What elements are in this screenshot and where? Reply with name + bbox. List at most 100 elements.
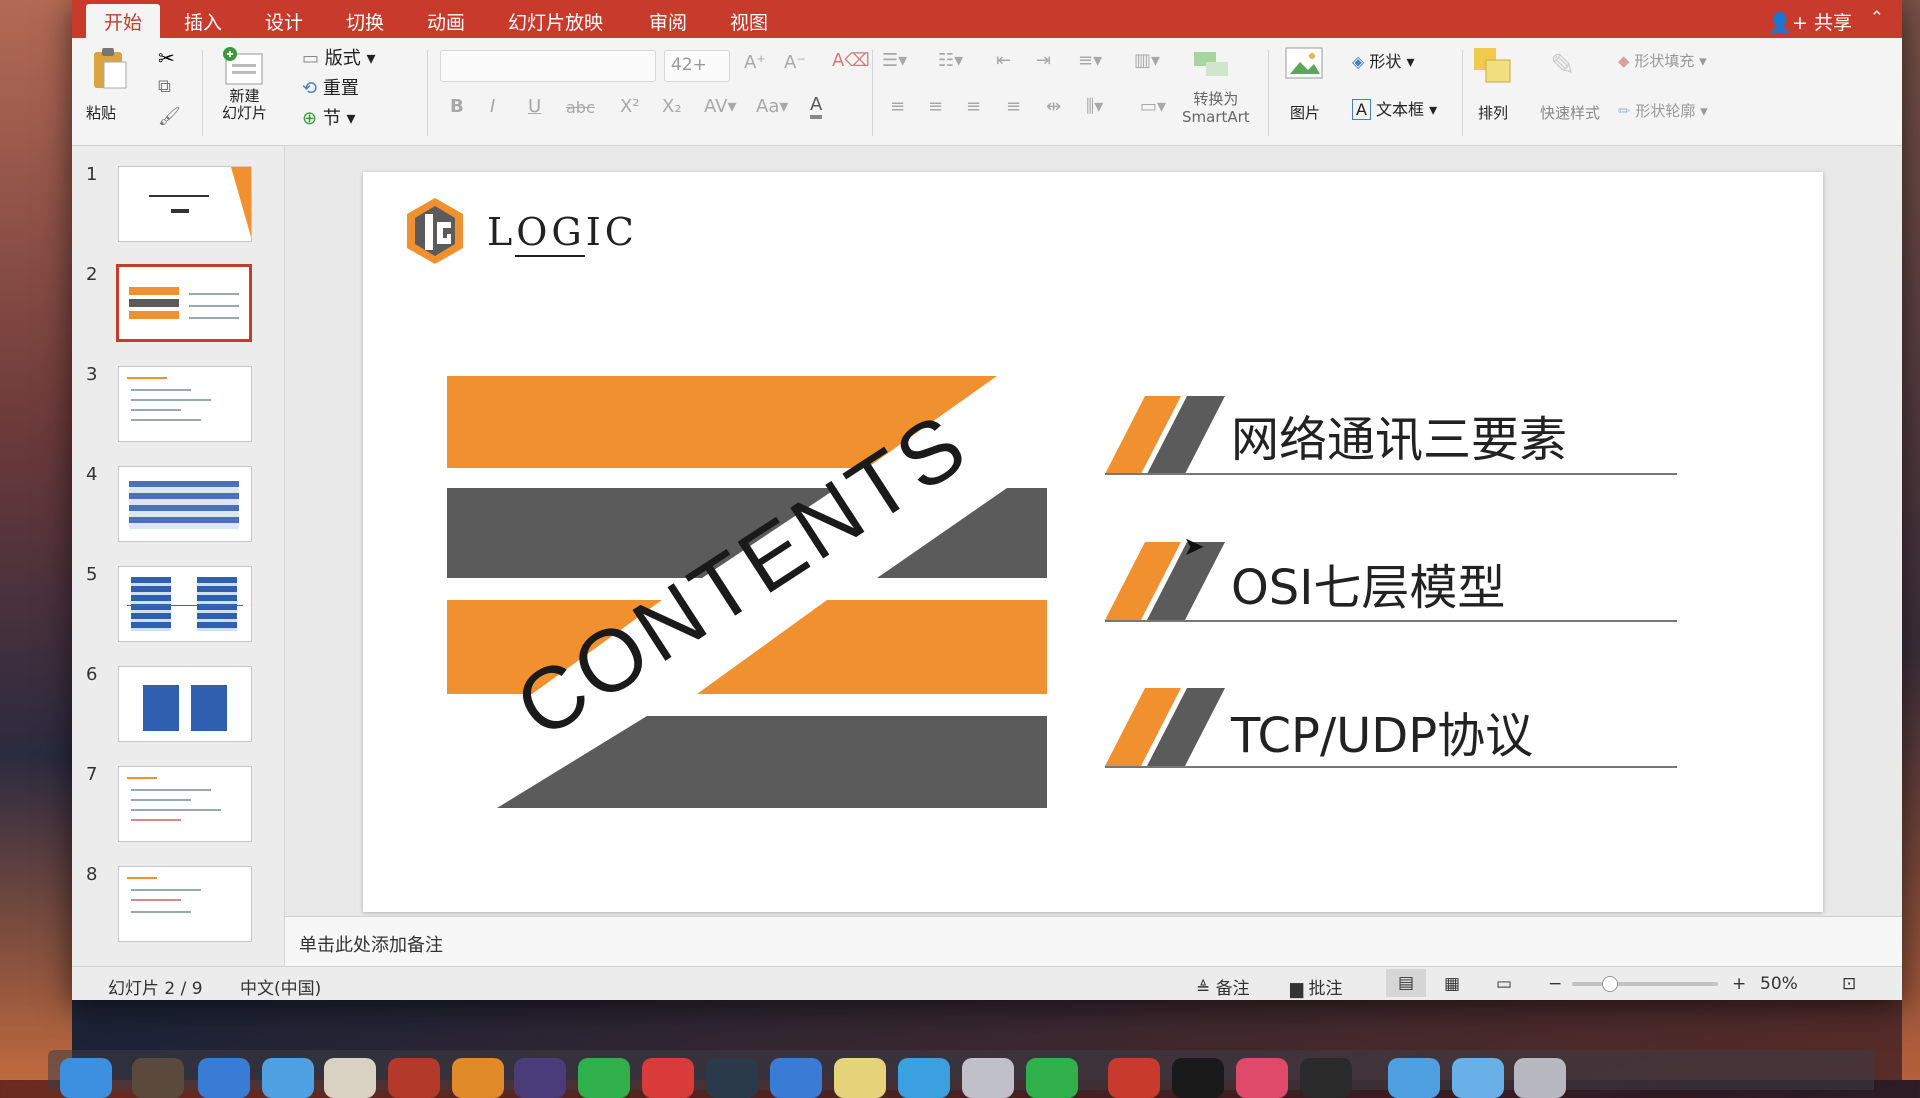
slide-canvas[interactable]: LOGIC CONTENTS 网络通讯三要素 OSI七层模型 TCP/UDP协议… bbox=[363, 172, 1823, 912]
picture-icon[interactable] bbox=[1284, 46, 1326, 86]
zoom-in-icon[interactable]: + bbox=[1732, 974, 1746, 994]
font-color-icon[interactable]: A bbox=[810, 94, 823, 119]
collapse-ribbon-icon[interactable]: ⌃ bbox=[1870, 8, 1884, 28]
zoom-slider-thumb[interactable] bbox=[1602, 976, 1618, 992]
slide-sorter-icon[interactable]: ▦ bbox=[1444, 974, 1460, 994]
shape-button[interactable]: ◈ 形状 ▾ bbox=[1352, 48, 1415, 72]
format-painter-icon[interactable]: 🖌 bbox=[158, 106, 181, 127]
app-icon[interactable] bbox=[834, 1058, 886, 1098]
increase-indent-icon[interactable]: ⇥ bbox=[1036, 50, 1051, 71]
app-icon[interactable] bbox=[1236, 1058, 1288, 1098]
tab-review[interactable]: 审阅 bbox=[649, 8, 687, 35]
align-left-icon[interactable]: ≡ bbox=[890, 96, 905, 117]
change-case-icon[interactable]: Aa▾ bbox=[756, 96, 788, 117]
notes-pane[interactable]: 单击此处添加备注 bbox=[285, 916, 1902, 967]
slide-thumbnail-4[interactable] bbox=[118, 466, 252, 542]
app-icon[interactable] bbox=[324, 1058, 376, 1098]
distributed-icon[interactable]: ⇹ bbox=[1046, 96, 1061, 117]
app-icon[interactable] bbox=[388, 1058, 440, 1098]
normal-view-icon[interactable]: ▤ bbox=[1386, 969, 1426, 997]
paste-icon[interactable] bbox=[90, 46, 130, 92]
fit-to-window-icon[interactable]: ⊡ bbox=[1842, 974, 1856, 994]
comments-toggle-button[interactable]: ▆ 批注 bbox=[1290, 974, 1342, 999]
character-spacing-icon[interactable]: AV▾ bbox=[704, 96, 737, 117]
app-icon[interactable] bbox=[578, 1058, 630, 1098]
align-right-icon[interactable]: ≡ bbox=[966, 96, 981, 117]
align-text-icon[interactable]: ▭▾ bbox=[1140, 96, 1166, 117]
app-icon[interactable] bbox=[1300, 1058, 1352, 1098]
app-icon[interactable] bbox=[962, 1058, 1014, 1098]
app-icon[interactable] bbox=[198, 1058, 250, 1098]
font-name-dropdown[interactable] bbox=[440, 50, 656, 82]
powerpoint-dock-icon[interactable] bbox=[1108, 1058, 1160, 1098]
quick-styles-icon[interactable]: ✎ bbox=[1550, 48, 1575, 83]
slide-thumbnail-3[interactable] bbox=[118, 366, 252, 442]
subscript-icon[interactable]: X₂ bbox=[662, 96, 682, 117]
convert-smartart-button[interactable]: 转换为 SmartArt bbox=[1182, 90, 1250, 126]
align-center-icon[interactable]: ≡ bbox=[928, 96, 943, 117]
tab-insert[interactable]: 插入 bbox=[184, 8, 222, 35]
clear-format-icon[interactable]: A⌫ bbox=[832, 50, 870, 71]
folder-icon[interactable] bbox=[1388, 1058, 1440, 1098]
arrange-label[interactable]: 排列 bbox=[1478, 102, 1508, 123]
tab-home[interactable]: 开始 bbox=[86, 4, 161, 42]
columns-icon[interactable]: ▥▾ bbox=[1134, 50, 1160, 71]
app-icon[interactable] bbox=[898, 1058, 950, 1098]
slide-thumbnail-7[interactable] bbox=[118, 766, 252, 842]
terminal-icon[interactable] bbox=[1172, 1058, 1224, 1098]
copy-icon[interactable]: ⧉ bbox=[158, 76, 171, 97]
app-icon[interactable] bbox=[132, 1058, 184, 1098]
italic-button[interactable]: I bbox=[490, 96, 495, 117]
increase-font-icon[interactable]: A⁺ bbox=[744, 52, 766, 73]
numbering-icon[interactable]: ☷▾ bbox=[938, 50, 963, 71]
app-icon[interactable] bbox=[262, 1058, 314, 1098]
slide-thumbnail-2[interactable] bbox=[116, 264, 252, 342]
tab-design[interactable]: 设计 bbox=[265, 8, 303, 35]
slide-thumbnail-8[interactable] bbox=[118, 866, 252, 942]
trash-icon[interactable] bbox=[1514, 1058, 1566, 1098]
picture-label[interactable]: 图片 bbox=[1290, 102, 1320, 123]
share-button[interactable]: 👤+ 共享 bbox=[1768, 8, 1852, 35]
app-icon[interactable] bbox=[514, 1058, 566, 1098]
section-button[interactable]: ⊕ 节 ▾ bbox=[302, 104, 356, 130]
decrease-indent-icon[interactable]: ⇤ bbox=[996, 50, 1011, 71]
app-icon[interactable] bbox=[452, 1058, 504, 1098]
zoom-level[interactable]: 50% bbox=[1760, 974, 1798, 994]
shape-outline-button[interactable]: ✏ 形状轮廓 ▾ bbox=[1618, 100, 1708, 121]
superscript-icon[interactable]: X² bbox=[620, 96, 640, 117]
app-icon[interactable] bbox=[642, 1058, 694, 1098]
layout-button[interactable]: ▭ 版式 ▾ bbox=[302, 44, 376, 70]
tab-view[interactable]: 视图 bbox=[730, 8, 768, 35]
slide-thumbnail-6[interactable] bbox=[118, 666, 252, 742]
arrange-icon[interactable] bbox=[1472, 46, 1516, 90]
tab-animations[interactable]: 动画 bbox=[427, 8, 465, 35]
strikethrough-button[interactable]: abc bbox=[566, 98, 595, 117]
shape-fill-button[interactable]: ◆ 形状填充 ▾ bbox=[1618, 50, 1707, 71]
zoom-out-icon[interactable]: − bbox=[1548, 974, 1562, 994]
reading-view-icon[interactable]: ▭ bbox=[1496, 974, 1512, 994]
app-icon[interactable] bbox=[706, 1058, 758, 1098]
finder-icon[interactable] bbox=[60, 1058, 112, 1098]
slide-thumbnail-1[interactable] bbox=[118, 166, 252, 242]
font-size-dropdown[interactable]: 42+ bbox=[664, 50, 730, 82]
new-slide-label[interactable]: 新建 幻灯片 bbox=[222, 88, 267, 122]
bullets-icon[interactable]: ☰▾ bbox=[882, 50, 907, 71]
folder-icon[interactable] bbox=[1452, 1058, 1504, 1098]
app-icon[interactable] bbox=[1026, 1058, 1078, 1098]
quick-styles-label[interactable]: 快速样式 bbox=[1540, 102, 1600, 123]
bold-button[interactable]: B bbox=[450, 96, 464, 117]
new-slide-icon[interactable] bbox=[220, 46, 268, 90]
underline-button[interactable]: U bbox=[528, 96, 541, 117]
reset-button[interactable]: ⟲ 重置 bbox=[302, 74, 359, 100]
textbox-button[interactable]: A 文本框 ▾ bbox=[1352, 96, 1437, 120]
app-icon[interactable] bbox=[770, 1058, 822, 1098]
tab-slideshow[interactable]: 幻灯片放映 bbox=[508, 8, 603, 35]
tab-transitions[interactable]: 切换 bbox=[346, 8, 384, 35]
language-indicator[interactable]: 中文(中国) bbox=[240, 974, 321, 999]
smartart-icon[interactable] bbox=[1192, 50, 1232, 82]
line-spacing-icon[interactable]: ≡▾ bbox=[1078, 50, 1102, 71]
cut-icon[interactable]: ✂ bbox=[158, 46, 175, 70]
justify-icon[interactable]: ≡ bbox=[1006, 96, 1021, 117]
decrease-font-icon[interactable]: A⁻ bbox=[784, 52, 806, 73]
notes-toggle-button[interactable]: ≜ 备注 bbox=[1196, 974, 1250, 999]
